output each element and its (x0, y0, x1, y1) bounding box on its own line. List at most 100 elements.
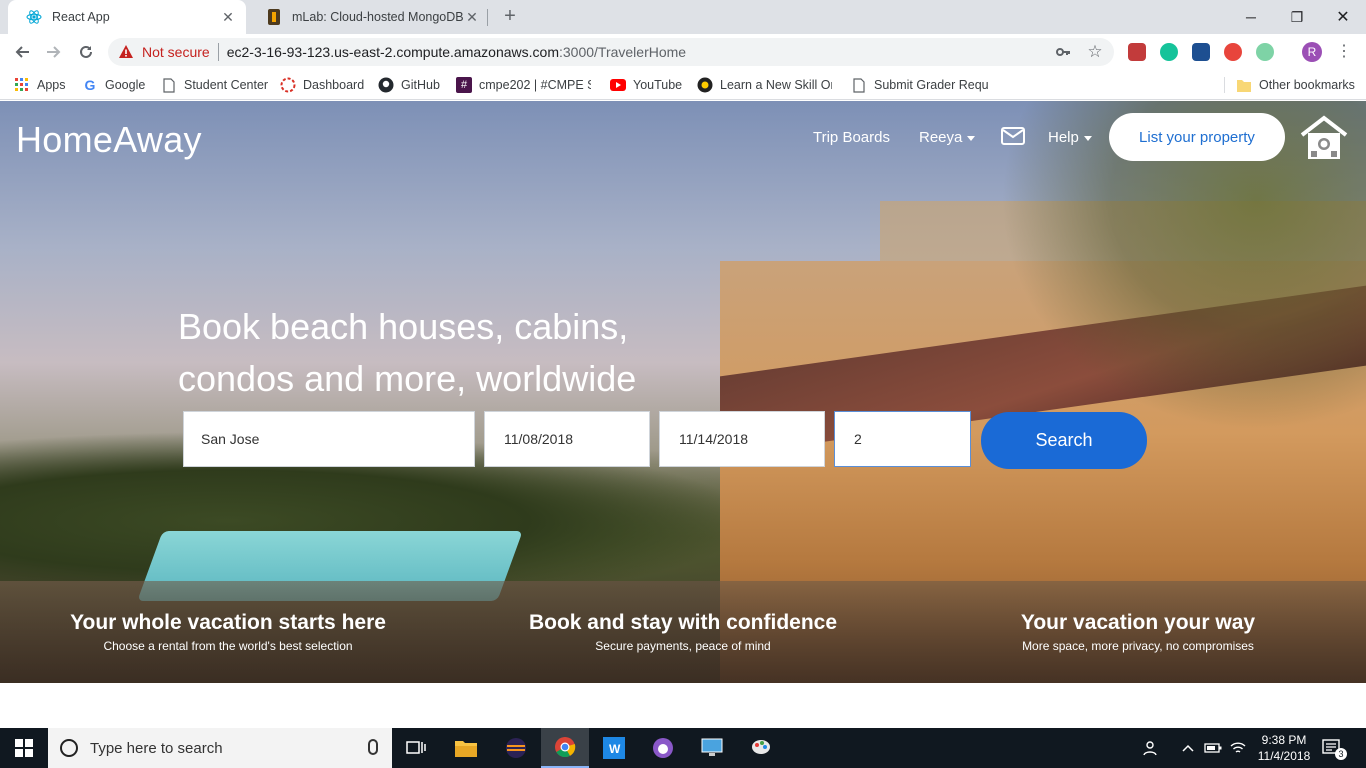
envelope-icon[interactable] (1001, 127, 1025, 149)
not-secure-label[interactable]: Not secure (142, 44, 210, 60)
notification-count-badge: 3 (1335, 748, 1347, 760)
youtube-icon (610, 77, 626, 93)
clock-date: 11/4/2018 (1257, 749, 1311, 763)
dashboard-icon (280, 77, 296, 93)
bookmark-student-center[interactable]: Student Center (161, 76, 268, 94)
tab-react-app[interactable]: React App ✕ (8, 0, 246, 34)
nav-user-menu[interactable]: Reeya (919, 129, 976, 146)
remote-desktop-icon[interactable] (688, 728, 736, 768)
browser-toolbar: Not secure ec2-3-16-93-123.us-east-2.com… (0, 34, 1366, 70)
file-explorer-icon[interactable] (442, 728, 490, 768)
taskbar-search-placeholder: Type here to search (90, 739, 223, 757)
feature-title: Your vacation your way (1020, 611, 1256, 634)
url-path: :3000/TravelerHome (558, 44, 687, 60)
slack-icon: # (456, 77, 472, 93)
bookmark-learn-skill[interactable]: Learn a New Skill Onl (697, 76, 832, 94)
battery-icon[interactable] (1204, 728, 1222, 768)
address-bar[interactable]: Not secure ec2-3-16-93-123.us-east-2.com… (108, 38, 1114, 66)
star-icon[interactable]: ☆ (1087, 43, 1103, 60)
feature-confidence: Book and stay with confidence Secure pay… (503, 611, 863, 653)
cortana-icon (60, 739, 78, 757)
nav-trip-boards[interactable]: Trip Boards (813, 129, 890, 146)
bookmark-label: Learn a New Skill Onl (720, 78, 832, 92)
microphone-icon[interactable] (368, 739, 378, 755)
bookmark-submit-grader[interactable]: Submit Grader Reque (851, 76, 988, 94)
tab-title: mLab: Cloud-hosted MongoDB (292, 10, 464, 24)
tab-mlab[interactable]: mLab: Cloud-hosted MongoDB ✕ (248, 0, 490, 34)
people-icon[interactable] (1143, 728, 1161, 768)
help-label: Help (1048, 129, 1079, 146)
react-icon (26, 9, 42, 25)
tab-divider (487, 9, 488, 26)
reload-icon[interactable] (74, 40, 98, 64)
google-icon: G (84, 77, 96, 93)
tab-strip: React App ✕ mLab: Cloud-hosted MongoDB ✕… (0, 0, 1366, 34)
mlab-icon (266, 9, 282, 25)
bookmark-label: cmpe202 | #CMPE Sla (479, 78, 591, 92)
bookmark-google[interactable]: G Google (82, 76, 146, 94)
guests-input[interactable]: 2 (834, 411, 971, 467)
github-desktop-icon[interactable] (639, 728, 687, 768)
list-property-button[interactable]: List your property (1109, 113, 1285, 161)
wifi-icon[interactable] (1230, 728, 1246, 768)
restore-button[interactable]: ❐ (1274, 0, 1320, 34)
page-icon (851, 77, 867, 93)
close-tab-icon[interactable]: ✕ (464, 9, 480, 25)
notifications-icon[interactable]: 3 (1322, 728, 1347, 768)
bookmark-label: Dashboard (303, 78, 365, 92)
bookmark-other[interactable]: Other bookmarks (1236, 76, 1355, 94)
profile-avatar[interactable]: R (1302, 42, 1322, 62)
feature-subtitle: More space, more privacy, no compromises (1022, 639, 1254, 653)
warning-icon (119, 45, 133, 58)
caret-down-icon (1083, 135, 1092, 141)
paint-icon[interactable] (737, 728, 785, 768)
extension-icon[interactable] (1256, 43, 1274, 61)
extension-icon[interactable] (1128, 43, 1146, 61)
close-window-button[interactable]: ✕ (1320, 0, 1366, 34)
key-icon[interactable] (1055, 44, 1071, 60)
windows-taskbar: Type here to search W 9:38 PM 11/4/2018 (0, 728, 1366, 768)
bookmark-apps[interactable]: Apps (14, 76, 66, 94)
grammarly-icon[interactable] (1160, 43, 1178, 61)
depart-date-input[interactable]: 11/14/2018 (659, 411, 825, 467)
close-tab-icon[interactable]: ✕ (220, 9, 236, 25)
search-button[interactable]: Search (981, 412, 1147, 469)
chevron-up-icon[interactable] (1182, 728, 1194, 768)
bookmark-dashboard[interactable]: Dashboard (280, 76, 364, 94)
bookmark-github[interactable]: GitHub (378, 76, 440, 94)
chrome-icon[interactable] (541, 728, 589, 768)
minimize-button[interactable]: ─ (1228, 0, 1274, 34)
extension-icon[interactable] (1224, 43, 1242, 61)
user-name: Reeya (919, 129, 963, 146)
feature-title: Book and stay with confidence (528, 611, 838, 634)
headline-line: condos and more, worldwide (178, 358, 637, 399)
bookmarks-divider (1224, 77, 1225, 93)
forward-arrow-icon[interactable] (42, 40, 66, 64)
github-icon (378, 77, 394, 93)
eclipse-icon[interactable] (492, 728, 540, 768)
task-view-icon[interactable] (392, 728, 440, 768)
tab-title: React App (52, 10, 110, 24)
hero-headline: Book beach houses, cabins, condos and mo… (178, 301, 698, 405)
omnibox-divider (217, 43, 219, 61)
nav-help[interactable]: Help (1048, 129, 1092, 146)
news-icon[interactable] (1192, 43, 1210, 61)
taskbar-clock[interactable]: 9:38 PM 11/4/2018 (1254, 732, 1314, 764)
menu-dots-icon[interactable]: ⋮ (1336, 44, 1352, 60)
bookmark-cmpe202[interactable]: # cmpe202 | #CMPE Sla (456, 76, 591, 94)
back-arrow-icon[interactable] (10, 40, 34, 64)
arrive-date-input[interactable]: 11/08/2018 (484, 411, 650, 467)
location-input[interactable]: San Jose (183, 411, 475, 467)
windows-start-icon[interactable] (0, 728, 48, 768)
bookmark-label: Apps (37, 78, 66, 92)
webstorm-icon[interactable]: W (590, 728, 638, 768)
url-host: ec2-3-16-93-123.us-east-2.compute.amazon… (226, 44, 559, 60)
bookmark-youtube[interactable]: YouTube (610, 76, 682, 94)
birdhouse-logo-icon[interactable] (1298, 115, 1350, 161)
taskbar-search-box[interactable]: Type here to search (48, 728, 392, 768)
bookmark-label: Submit Grader Reque (874, 78, 988, 92)
homeaway-logo[interactable]: HomeAway (16, 119, 202, 161)
bookmarks-bar: Apps G Google Student Center Dashboard G… (0, 70, 1366, 100)
new-tab-button[interactable]: + (498, 5, 522, 29)
feature-subtitle: Choose a rental from the world's best se… (103, 639, 353, 653)
